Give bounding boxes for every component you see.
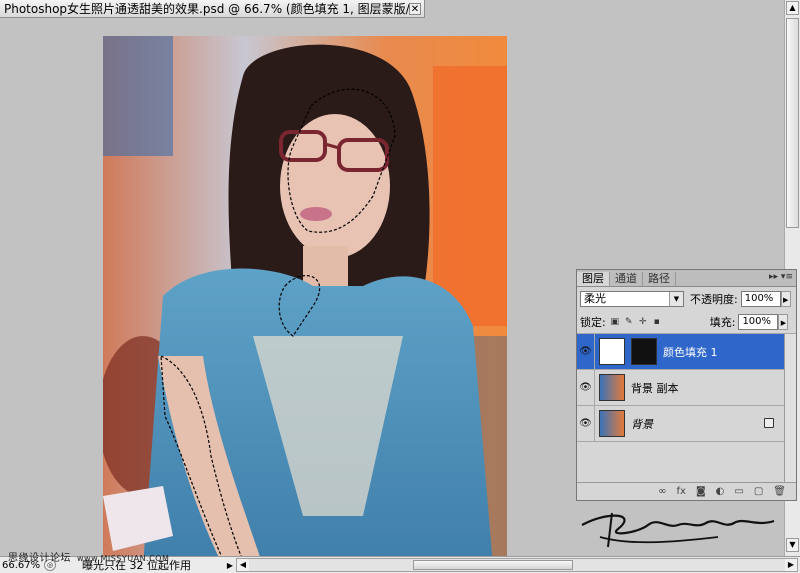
fill-arrow-icon[interactable]: ▶ xyxy=(778,314,789,330)
status-menu-arrow-icon[interactable]: ▶ xyxy=(224,561,236,570)
document-title: Photoshop女生照片通透甜美的效果.psd @ 66.7% (颜色填充 1… xyxy=(4,2,409,16)
chevron-down-icon[interactable]: ▼ xyxy=(669,292,683,306)
link-icon[interactable]: ∞ xyxy=(658,486,666,497)
close-tab-icon[interactable]: ✕ xyxy=(409,2,421,15)
watermark-url: www.MISSYUAN.COM xyxy=(77,554,170,563)
watermark-text: 思缘设计论坛 xyxy=(8,553,71,564)
layer-row-background-copy[interactable]: 👁 背景 副本 xyxy=(577,370,796,406)
layers-scrollbar[interactable] xyxy=(784,334,796,482)
mask-icon[interactable]: ◙ xyxy=(696,486,706,497)
layers-panel: 图层 通道 路径 ▸▸ ▾≡ 柔光 ▼ 不透明度: 100% ▶ 锁定: ▣ ✎… xyxy=(576,269,797,501)
scroll-down-icon[interactable]: ▼ xyxy=(786,538,799,552)
layer-thumbnail xyxy=(599,374,625,401)
panel-tabs: 图层 通道 路径 ▸▸ ▾≡ xyxy=(577,270,796,287)
layer-mask-thumbnail[interactable] xyxy=(631,338,657,365)
blend-mode-value: 柔光 xyxy=(584,292,606,305)
tab-layers[interactable]: 图层 xyxy=(577,272,610,286)
layer-thumbnail xyxy=(599,338,625,365)
document-tab[interactable]: Photoshop女生照片通透甜美的效果.psd @ 66.7% (颜色填充 1… xyxy=(0,0,425,18)
visibility-eye-icon[interactable]: 👁 xyxy=(577,370,595,405)
visibility-eye-icon[interactable]: 👁 xyxy=(577,406,595,441)
fill-field[interactable]: 100% xyxy=(738,314,779,330)
scroll-left-icon[interactable]: ◀ xyxy=(237,559,249,571)
horizontal-scrollbar[interactable]: ◀ ▶ xyxy=(236,558,798,572)
layer-thumbnail xyxy=(599,410,625,437)
blend-mode-select[interactable]: 柔光 ▼ xyxy=(580,291,684,307)
lock-label: 锁定: xyxy=(580,316,606,329)
lock-transparency-icon[interactable]: ▣ xyxy=(610,317,620,327)
panel-bottom-toolbar: ∞ fx ◙ ◐ ▭ ▢ 🗑 xyxy=(577,482,796,500)
horizontal-scroll-thumb[interactable] xyxy=(413,560,573,570)
opacity-field[interactable]: 100% xyxy=(740,291,781,307)
layer-row-background[interactable]: 👁 背景 xyxy=(577,406,796,442)
layer-name: 背景 副本 xyxy=(631,381,679,395)
visibility-eye-icon[interactable]: 👁 xyxy=(577,334,595,369)
fill-label: 填充: xyxy=(709,316,736,329)
watermark: 思缘设计论坛 www.MISSYUAN.COM xyxy=(8,549,169,564)
opacity-arrow-icon[interactable]: ▶ xyxy=(780,291,791,307)
layer-row-color-fill[interactable]: 👁 颜色填充 1 xyxy=(577,334,796,370)
blend-row: 柔光 ▼ 不透明度: 100% ▶ xyxy=(577,287,796,311)
lock-pixels-icon[interactable]: ✎ xyxy=(624,317,634,327)
opacity-label: 不透明度: xyxy=(690,293,738,306)
layer-name: 背景 xyxy=(631,417,653,431)
lock-row: 锁定: ▣ ✎ ✛ ▪ 填充: 100% ▶ xyxy=(577,311,796,334)
layer-lock-icon xyxy=(764,418,774,428)
adjustment-icon[interactable]: ◐ xyxy=(716,486,725,497)
new-layer-icon[interactable]: ▢ xyxy=(754,486,763,497)
scroll-up-icon[interactable]: ▲ xyxy=(786,1,799,15)
lock-position-icon[interactable]: ✛ xyxy=(638,317,648,327)
panel-menu-icon[interactable]: ▸▸ ▾≡ xyxy=(769,272,793,282)
scroll-right-icon[interactable]: ▶ xyxy=(785,559,797,571)
photo-canvas[interactable] xyxy=(103,36,507,566)
trash-icon[interactable]: 🗑 xyxy=(773,486,786,497)
group-icon[interactable]: ▭ xyxy=(734,486,743,497)
fx-icon[interactable]: fx xyxy=(677,486,686,497)
signature-image xyxy=(578,507,784,553)
vertical-scroll-thumb[interactable] xyxy=(786,18,799,228)
lock-all-icon[interactable]: ▪ xyxy=(652,317,662,327)
tab-channels[interactable]: 通道 xyxy=(610,272,643,286)
tab-paths[interactable]: 路径 xyxy=(643,272,676,286)
layer-name: 颜色填充 1 xyxy=(663,345,718,359)
